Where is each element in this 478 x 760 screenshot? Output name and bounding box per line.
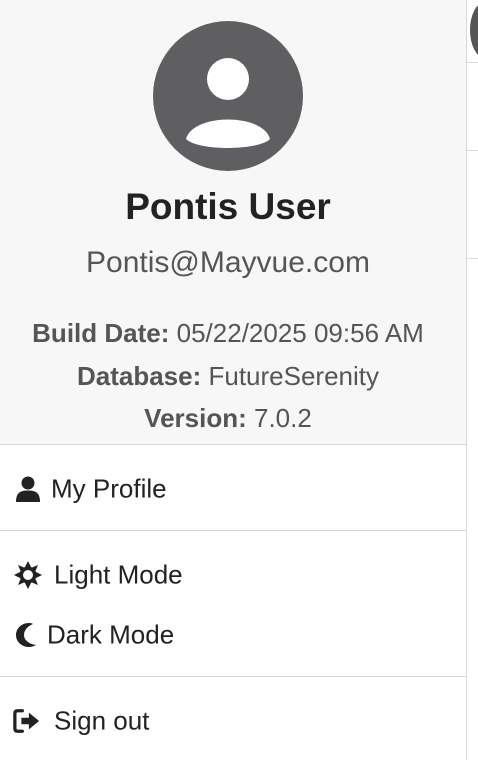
sun-icon: [14, 561, 42, 589]
menu-item-sign-out[interactable]: Sign out: [0, 693, 466, 749]
menu-item-light-mode[interactable]: Light Mode: [0, 547, 466, 603]
moon-icon: [12, 621, 40, 649]
background-avatar-icon: [470, 2, 478, 58]
background-page-edge: [466, 0, 478, 760]
menu-divider: [0, 676, 466, 677]
background-divider: [467, 62, 478, 63]
build-date-line: Build Date: 05/22/2025 09:56 AM: [0, 318, 456, 349]
version-label: Version:: [144, 403, 247, 433]
user-name: Pontis User: [125, 186, 331, 227]
user-email: Pontis@Mayvue.com: [86, 246, 370, 279]
background-divider: [467, 150, 478, 151]
user-dropdown-panel: Pontis User Pontis@Mayvue.com Build Date…: [0, 0, 466, 760]
user-info-header: Pontis User Pontis@Mayvue.com Build Date…: [0, 0, 466, 445]
build-date-value: 05/22/2025 09:56 AM: [176, 318, 424, 348]
menu-item-dark-mode[interactable]: Dark Mode: [0, 607, 466, 663]
database-line: Database: FutureSerenity: [0, 361, 456, 392]
build-date-label: Build Date:: [32, 318, 170, 348]
database-label: Database:: [76, 361, 202, 391]
my-profile-label: My Profile: [51, 473, 167, 504]
database-value: FutureSerenity: [208, 361, 380, 391]
light-mode-label: Light Mode: [54, 559, 183, 590]
dark-mode-label: Dark Mode: [47, 619, 175, 650]
menu-item-my-profile[interactable]: My Profile: [0, 461, 466, 517]
version-value: 7.0.2: [254, 403, 312, 433]
user-avatar-icon: [153, 21, 303, 171]
menu-divider: [0, 530, 466, 531]
user-icon: [14, 475, 42, 503]
sign-out-label: Sign out: [54, 705, 150, 736]
version-line: Version: 7.0.2: [0, 403, 456, 434]
sign-out-icon: [13, 707, 41, 735]
background-divider: [467, 258, 478, 259]
